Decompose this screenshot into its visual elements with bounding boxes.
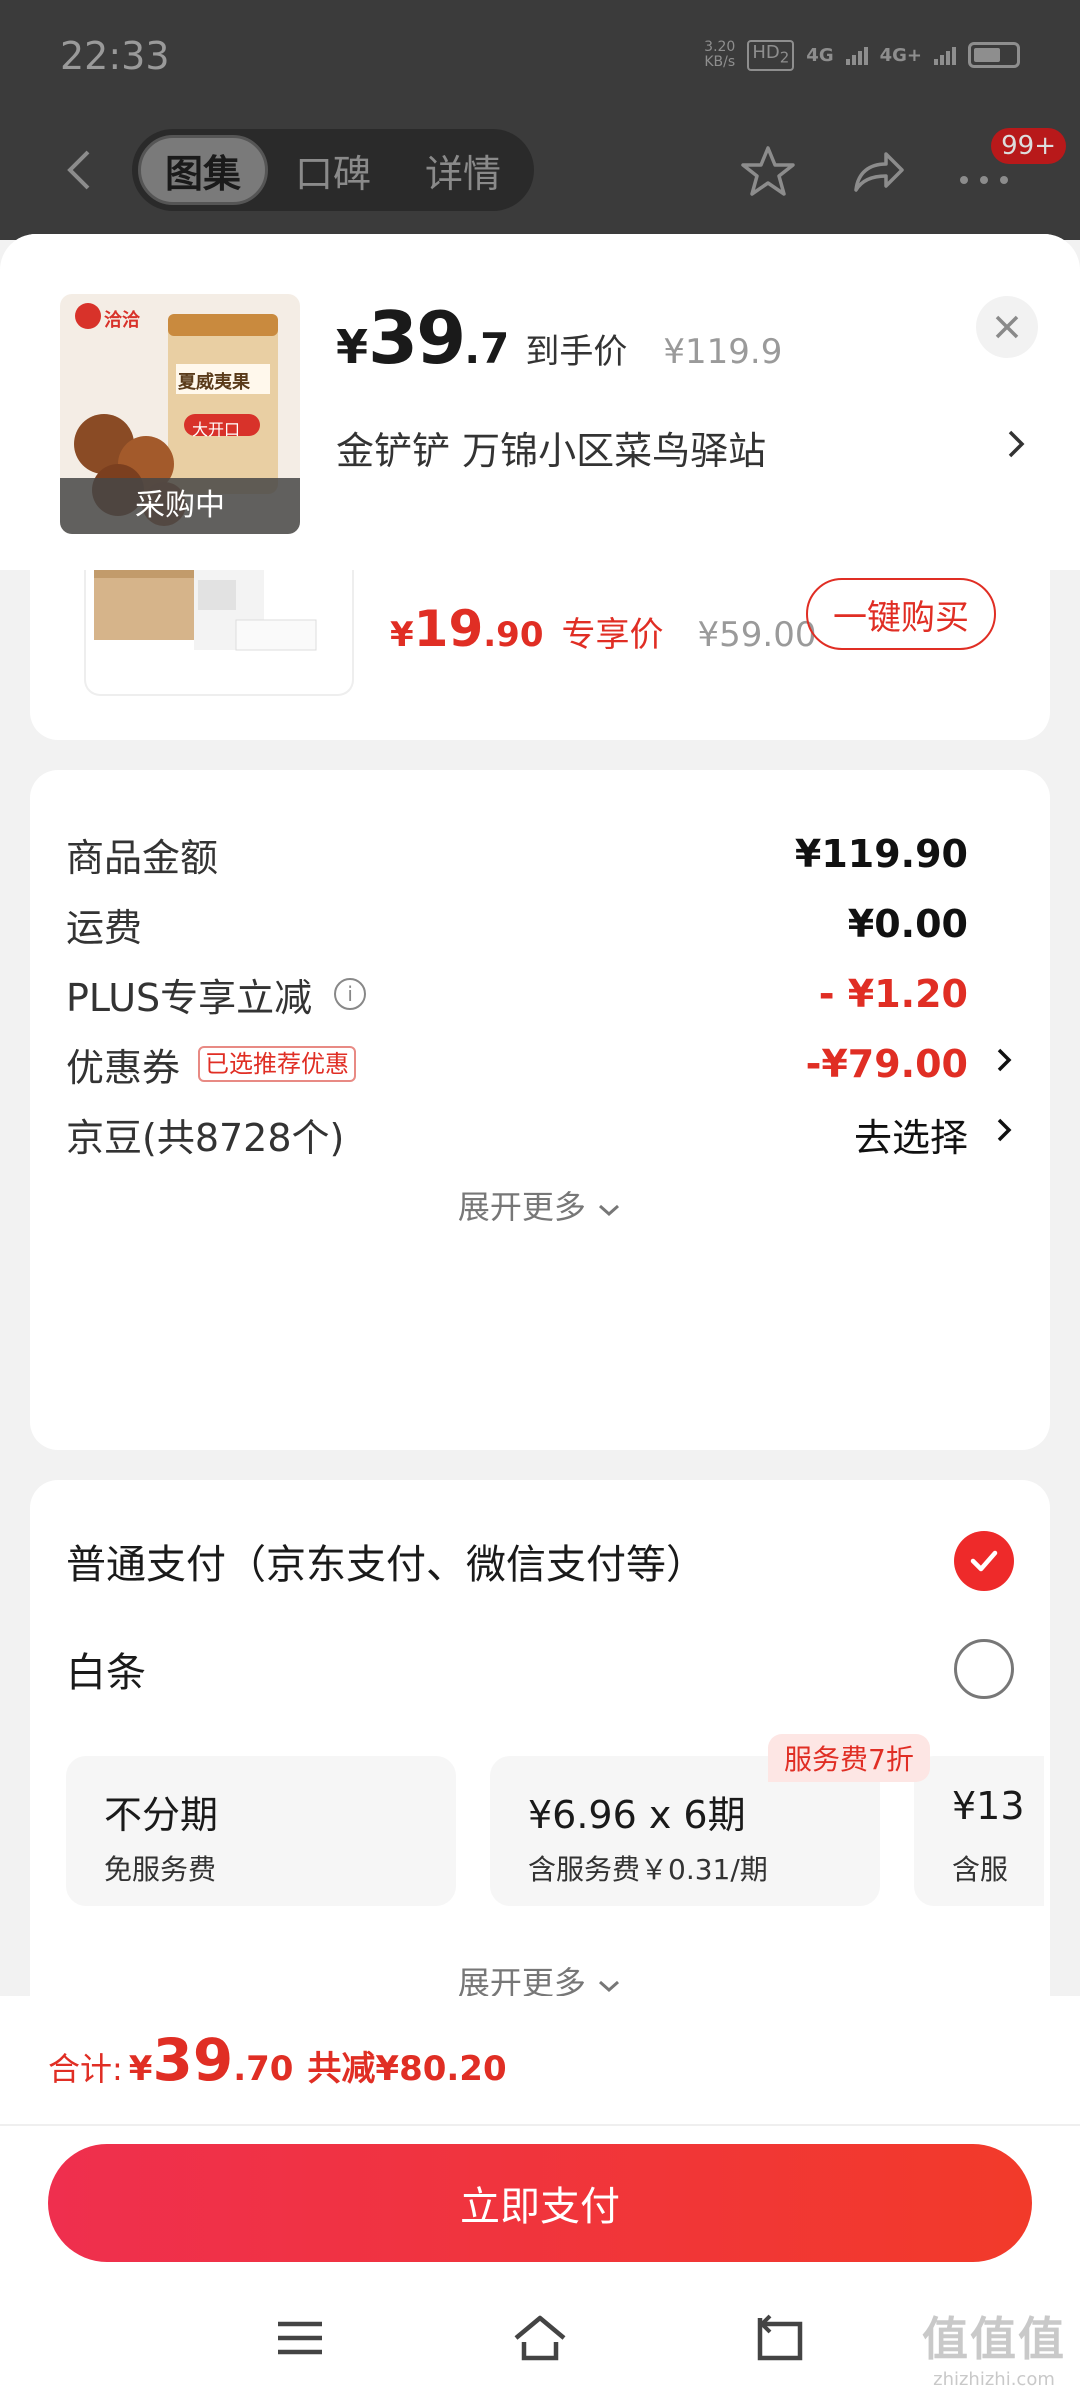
total-decimal: .70 <box>233 2049 294 2089</box>
close-icon[interactable] <box>976 296 1038 358</box>
return-icon[interactable] <box>750 2308 810 2368</box>
total-label: 合计: <box>48 2050 123 2088</box>
divider <box>0 2124 1080 2126</box>
battery-icon <box>968 42 1020 69</box>
upsell-price-label: 专享价 <box>561 615 664 655</box>
original-price: ¥119.9 <box>663 332 783 372</box>
fee-value: ¥119.90 <box>794 832 968 876</box>
thumb-caption: 采购中 <box>60 478 300 534</box>
coupon-recommended-tag: 已选推荐优惠 <box>198 1046 357 1082</box>
payment-option-standard[interactable]: 普通支付（京东支付、微信支付等） <box>66 1526 1014 1596</box>
menu-icon[interactable] <box>270 2308 330 2368</box>
thumb-tag: 大开口 <box>192 420 241 439</box>
price-integer: 39 <box>368 296 466 380</box>
price-label: 到手价 <box>525 332 628 372</box>
fee-label: 运费 <box>66 905 143 950</box>
tab-details[interactable]: 详情 <box>398 135 528 205</box>
tab-reviews[interactable]: 口碑 <box>268 135 398 205</box>
order-summary: 洽洽 夏威夷果 大开口 采购中 ¥ 39 .7 到手价 ¥119.9 金铲铲 万… <box>0 234 1080 570</box>
fee-breakdown-card: 商品金额 ¥119.90 运费 ¥0.00 PLUS专享立减 i - ¥1.20… <box>30 770 1050 1450</box>
pay-now-button[interactable]: 立即支付 <box>48 2144 1032 2262</box>
payment-option-label: 白条 <box>66 1650 146 1696</box>
thumb-brand: 洽洽 <box>104 310 140 331</box>
home-icon[interactable] <box>510 2308 570 2368</box>
fee-row-goods: 商品金额 ¥119.90 <box>66 824 1014 884</box>
info-icon[interactable]: i <box>334 978 367 1010</box>
total-saved: 共减¥80.20 <box>307 2049 507 2089</box>
signal-1-label: 4G <box>806 44 834 66</box>
status-time: 22:33 <box>60 34 170 78</box>
fee-value: - ¥1.20 <box>818 972 968 1016</box>
fee-label: PLUS专享立减 <box>66 975 313 1020</box>
chevron-right-icon <box>994 1042 1014 1087</box>
expand-more-fees[interactable]: 展开更多 <box>30 1182 1050 1228</box>
signal-1-icon <box>845 45 868 66</box>
upsell-original-price: ¥59.00 <box>697 615 817 655</box>
message-badge: 99+ <box>991 128 1066 164</box>
product-top-nav: 图集 口碑 详情 99+ <box>0 120 1080 220</box>
total-integer: 39 <box>152 2026 234 2094</box>
nav-tabs: 图集 口碑 详情 <box>132 129 534 211</box>
fee-label: 优惠券 <box>66 1045 181 1090</box>
tab-gallery[interactable]: 图集 <box>138 135 268 205</box>
radio-unchecked[interactable] <box>954 1639 1014 1699</box>
hd-indicator: HD2 <box>747 40 795 71</box>
network-speed: 3.20 KB/s <box>704 39 736 71</box>
chevron-down-icon <box>599 1980 620 1993</box>
chevron-down-icon <box>599 1204 620 1217</box>
payment-option-baitiao[interactable]: 白条 <box>66 1634 1014 1704</box>
fee-row-plus-discount: PLUS专享立减 i - ¥1.20 <box>66 964 1014 1024</box>
fee-row-jingdou[interactable]: 京豆(共8728个) 去选择 <box>66 1104 1014 1164</box>
one-click-buy-button[interactable]: 一键购买 <box>806 578 996 650</box>
back-arrow-icon[interactable] <box>52 142 108 198</box>
checkout-bottom-bar: 合计: ¥ 39 .70 共减¥80.20 立即支付 值值值 zhizhizhi… <box>0 1996 1080 2400</box>
installment-main: 不分期 <box>104 1793 219 1837</box>
installment-main: ¥6.96 x 6期 <box>528 1793 746 1837</box>
watermark-logo: 值值值 <box>922 2312 1066 2366</box>
status-bar: 22:33 3.20 KB/s HD2 4G 4G+ <box>0 0 1080 120</box>
product-thumbnail[interactable]: 洽洽 夏威夷果 大开口 采购中 <box>60 294 300 534</box>
installment-sub: 含服务费￥0.31/期 <box>528 1853 768 1886</box>
site-watermark: 值值值 zhizhizhi.com <box>922 2303 1066 2390</box>
system-nav-bar <box>0 2288 1080 2388</box>
fee-value: ¥0.00 <box>847 902 968 946</box>
upsell-product-image <box>84 570 354 696</box>
check-icon[interactable] <box>954 1531 1014 1591</box>
expand-label: 展开更多 <box>457 1188 586 1226</box>
status-icons: 3.20 KB/s HD2 4G 4G+ <box>704 40 1020 71</box>
chevron-right-icon <box>994 1112 1014 1157</box>
fee-row-coupon[interactable]: 优惠券 已选推荐优惠 -¥79.00 <box>66 1034 1014 1094</box>
fee-row-shipping: 运费 ¥0.00 <box>66 894 1014 954</box>
upsell-card: ¥ 19 .90 专享价 ¥59.00 一键购买 <box>30 570 1050 740</box>
watermark-url: zhizhizhi.com <box>933 2369 1055 2390</box>
total-symbol: ¥ <box>128 2049 153 2089</box>
installment-sub: 含服 <box>952 1853 1009 1886</box>
fee-label: 商品金额 <box>66 835 219 880</box>
fee-label: 京豆(共8728个) <box>66 1115 345 1160</box>
thumb-product-label: 夏威夷果 <box>178 372 250 393</box>
upsell-price-decimal: .90 <box>483 615 544 655</box>
star-icon[interactable] <box>736 140 800 204</box>
price-symbol: ¥ <box>336 320 369 374</box>
share-icon[interactable] <box>846 140 910 204</box>
service-fee-discount-tag: 服务费7折 <box>768 1734 930 1782</box>
final-price: ¥ 39 .7 到手价 ¥119.9 <box>336 296 782 380</box>
signal-2-icon <box>934 45 956 66</box>
installment-none[interactable]: 不分期 免服务费 <box>66 1756 456 1906</box>
chevron-right-icon[interactable] <box>1004 424 1028 474</box>
payment-option-label: 普通支付（京东支付、微信支付等） <box>66 1542 706 1588</box>
upsell-price-symbol: ¥ <box>390 615 414 655</box>
signal-2-label: 4G+ <box>879 44 922 66</box>
fee-value: 去选择 <box>853 1115 968 1160</box>
price-decimal: .7 <box>464 324 510 373</box>
delivery-address[interactable]: 金铲铲 万锦小区菜鸟驿站 <box>336 420 1026 475</box>
installment-12[interactable]: ¥13 含服 <box>914 1756 1044 1906</box>
installment-main: ¥13 <box>952 1784 1025 1828</box>
upsell-price: ¥ 19 .90 专享价 ¥59.00 <box>390 600 816 658</box>
fee-value: -¥79.00 <box>805 1042 968 1086</box>
upsell-price-integer: 19 <box>413 600 484 658</box>
order-total: 合计: ¥ 39 .70 共减¥80.20 <box>48 2026 507 2094</box>
installment-sub: 免服务费 <box>104 1853 217 1886</box>
